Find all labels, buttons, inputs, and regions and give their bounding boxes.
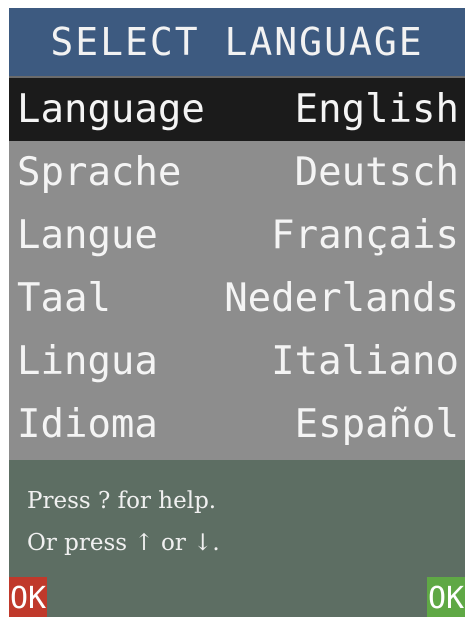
- language-menu: Language English Sprache Deutsch Langue …: [9, 78, 465, 460]
- option-value: Español: [294, 402, 459, 447]
- option-value: Nederlands: [224, 276, 459, 321]
- language-option-espanol[interactable]: Idioma Español: [9, 393, 465, 456]
- help-line-1: Press ? for help.: [27, 488, 217, 514]
- language-option-deutsch[interactable]: Sprache Deutsch: [9, 141, 465, 204]
- language-option-italiano[interactable]: Lingua Italiano: [9, 330, 465, 393]
- option-value: Français: [271, 213, 459, 258]
- language-option-nederlands[interactable]: Taal Nederlands: [9, 267, 465, 330]
- device-screen: SELECT LANGUAGE Language English Sprache…: [9, 8, 465, 617]
- screen-header: SELECT LANGUAGE: [9, 8, 465, 76]
- option-label: Lingua: [17, 339, 158, 384]
- language-option-francais[interactable]: Langue Français: [9, 204, 465, 267]
- option-value: Italiano: [271, 339, 459, 384]
- option-label: Sprache: [17, 150, 182, 195]
- left-ok-softkey[interactable]: OK: [9, 577, 47, 617]
- help-line-2: Or press ↑ or ↓.: [27, 530, 220, 556]
- help-footer: Press ? for help. Or press ↑ or ↓. OK OK: [9, 460, 465, 617]
- right-ok-softkey[interactable]: OK: [427, 577, 465, 617]
- option-label: Taal: [17, 276, 111, 321]
- option-value: English: [294, 87, 459, 132]
- screen-title: SELECT LANGUAGE: [50, 20, 424, 64]
- option-value: Deutsch: [294, 150, 459, 195]
- help-text: Press ? for help. Or press ↑ or ↓.: [27, 480, 220, 564]
- option-label: Language: [17, 87, 205, 132]
- language-option-english[interactable]: Language English: [9, 78, 465, 141]
- option-label: Langue: [17, 213, 158, 258]
- option-label: Idioma: [17, 402, 158, 447]
